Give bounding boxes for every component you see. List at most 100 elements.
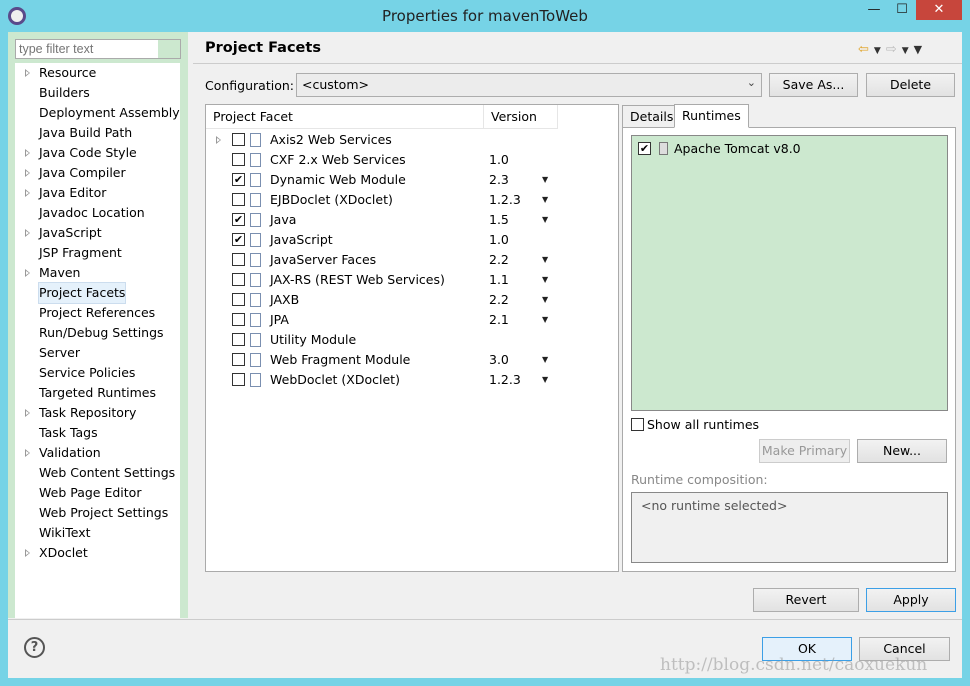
sidebar-item[interactable]: Task Repository [39, 403, 136, 423]
preference-tree[interactable]: Resource Builders Deployment Assembly Java … [15, 63, 180, 618]
clear-filter-button[interactable] [158, 40, 180, 58]
back-icon[interactable]: ⇦ [858, 42, 874, 57]
version-dropdown-icon[interactable]: ▼ [542, 350, 548, 370]
version-dropdown-icon[interactable]: ▼ [542, 310, 548, 330]
runtime-list[interactable]: ✔ Apache Tomcat v8.0 [631, 135, 948, 411]
facet-checkbox[interactable] [232, 153, 245, 166]
maximize-button[interactable]: ☐ [888, 0, 916, 20]
help-icon[interactable]: ? [24, 637, 45, 658]
facet-checkbox[interactable] [232, 253, 245, 266]
sidebar-item[interactable]: XDoclet [39, 543, 88, 563]
delete-button[interactable]: Delete [866, 73, 955, 97]
tab-runtimes[interactable]: Runtimes [674, 104, 749, 128]
version-dropdown-icon[interactable]: ▼ [542, 170, 548, 190]
sidebar-item[interactable]: Service Policies [39, 363, 135, 383]
revert-button[interactable]: Revert [753, 588, 859, 612]
facet-row[interactable]: Utility Module [206, 330, 618, 350]
sidebar-item[interactable]: Deployment Assembly [39, 103, 180, 123]
facet-row[interactable]: EJBDoclet (XDoclet) 1.2.3 ▼ [206, 190, 618, 210]
sidebar-item[interactable]: Web Page Editor [39, 483, 141, 503]
tab-details[interactable]: Details [622, 105, 682, 128]
minimize-button[interactable]: — [860, 0, 888, 20]
facet-checkbox[interactable] [232, 273, 245, 286]
expand-arrow-icon[interactable] [25, 269, 30, 277]
facet-version[interactable]: 1.5 [489, 210, 509, 230]
column-header-facet[interactable]: Project Facet [206, 105, 484, 129]
facet-checkbox[interactable] [232, 333, 245, 346]
apply-button[interactable]: Apply [866, 588, 956, 612]
expand-arrow-icon[interactable] [25, 149, 30, 157]
version-dropdown-icon[interactable]: ▼ [542, 190, 548, 210]
sidebar-item[interactable]: Project References [39, 303, 155, 323]
expand-arrow-icon[interactable] [216, 136, 221, 144]
sidebar-item[interactable]: Run/Debug Settings [39, 323, 164, 343]
expand-arrow-icon[interactable] [25, 449, 30, 457]
sidebar-item[interactable]: Task Tags [39, 423, 98, 443]
sidebar-item[interactable]: Java Build Path [39, 123, 132, 143]
facet-checkbox[interactable] [232, 353, 245, 366]
forward-menu-icon[interactable]: ▼ [902, 46, 914, 56]
sidebar-item[interactable]: Web Project Settings [39, 503, 168, 523]
sidebar-item[interactable]: Javadoc Location [39, 203, 145, 223]
facet-row[interactable]: CXF 2.x Web Services 1.0 [206, 150, 618, 170]
facet-version[interactable]: 1.2.3 [489, 190, 521, 210]
back-menu-icon[interactable]: ▼ [874, 46, 886, 56]
history-nav[interactable]: ⇦▼⇨▼▼ [858, 42, 927, 57]
column-header-version[interactable]: Version [484, 105, 558, 129]
facet-version[interactable]: 2.1 [489, 310, 509, 330]
version-dropdown-icon[interactable]: ▼ [542, 270, 548, 290]
sidebar-item[interactable]: Maven [39, 263, 80, 283]
sidebar-item[interactable]: Server [39, 343, 80, 363]
facet-row[interactable]: Web Fragment Module 3.0 ▼ [206, 350, 618, 370]
facet-version[interactable]: 2.2 [489, 290, 509, 310]
sidebar-item[interactable]: JSP Fragment [39, 243, 122, 263]
make-primary-button[interactable]: Make Primary [759, 439, 850, 463]
view-menu-icon[interactable]: ▼ [914, 43, 927, 56]
sidebar-item[interactable]: Java Compiler [39, 163, 126, 183]
expand-arrow-icon[interactable] [25, 189, 30, 197]
facet-checkbox[interactable] [232, 293, 245, 306]
facet-version[interactable]: 2.3 [489, 170, 509, 190]
facet-row[interactable]: WebDoclet (XDoclet) 1.2.3 ▼ [206, 370, 618, 390]
facet-checkbox[interactable] [232, 373, 245, 386]
facet-row[interactable]: JavaServer Faces 2.2 ▼ [206, 250, 618, 270]
version-dropdown-icon[interactable]: ▼ [542, 210, 548, 230]
facet-checkbox[interactable] [232, 133, 245, 146]
facet-row[interactable]: ✔ Dynamic Web Module 2.3 ▼ [206, 170, 618, 190]
facet-version[interactable]: 1.1 [489, 270, 509, 290]
sidebar-item[interactable]: Targeted Runtimes [39, 383, 156, 403]
sidebar-item[interactable]: JavaScript [39, 223, 102, 243]
facet-row[interactable]: JAXB 2.2 ▼ [206, 290, 618, 310]
checkbox[interactable] [631, 418, 644, 431]
facet-version[interactable]: 2.2 [489, 250, 509, 270]
facet-checkbox[interactable] [232, 313, 245, 326]
facet-checkbox[interactable]: ✔ [232, 213, 245, 226]
forward-icon[interactable]: ⇨ [886, 42, 902, 57]
runtime-checkbox[interactable]: ✔ [638, 142, 651, 155]
version-dropdown-icon[interactable]: ▼ [542, 370, 548, 390]
expand-arrow-icon[interactable] [25, 409, 30, 417]
sidebar-item[interactable]: Web Content Settings [39, 463, 175, 483]
expand-arrow-icon[interactable] [25, 169, 30, 177]
facet-version[interactable]: 1.2.3 [489, 370, 521, 390]
version-dropdown-icon[interactable]: ▼ [542, 290, 548, 310]
facet-checkbox[interactable]: ✔ [232, 173, 245, 186]
facet-row[interactable]: Axis2 Web Services [206, 130, 618, 150]
expand-arrow-icon[interactable] [25, 69, 30, 77]
close-button[interactable]: ✕ [916, 0, 962, 20]
filter-input[interactable] [15, 39, 181, 59]
sidebar-item[interactable]: Builders [39, 83, 90, 103]
configuration-select[interactable]: <custom> ⌄ [296, 73, 762, 97]
facet-checkbox[interactable] [232, 193, 245, 206]
expand-arrow-icon[interactable] [25, 229, 30, 237]
facet-row[interactable]: ✔ Java 1.5 ▼ [206, 210, 618, 230]
facet-checkbox[interactable]: ✔ [232, 233, 245, 246]
facet-row[interactable]: ✔ JavaScript 1.0 [206, 230, 618, 250]
sidebar-item[interactable]: Project Facets [37, 282, 127, 304]
sidebar-item[interactable]: Resource [39, 63, 96, 83]
sidebar-item[interactable]: Validation [39, 443, 101, 463]
expand-arrow-icon[interactable] [25, 549, 30, 557]
sidebar-item[interactable]: Java Editor [39, 183, 106, 203]
version-dropdown-icon[interactable]: ▼ [542, 250, 548, 270]
sidebar-item[interactable]: WikiText [39, 523, 91, 543]
